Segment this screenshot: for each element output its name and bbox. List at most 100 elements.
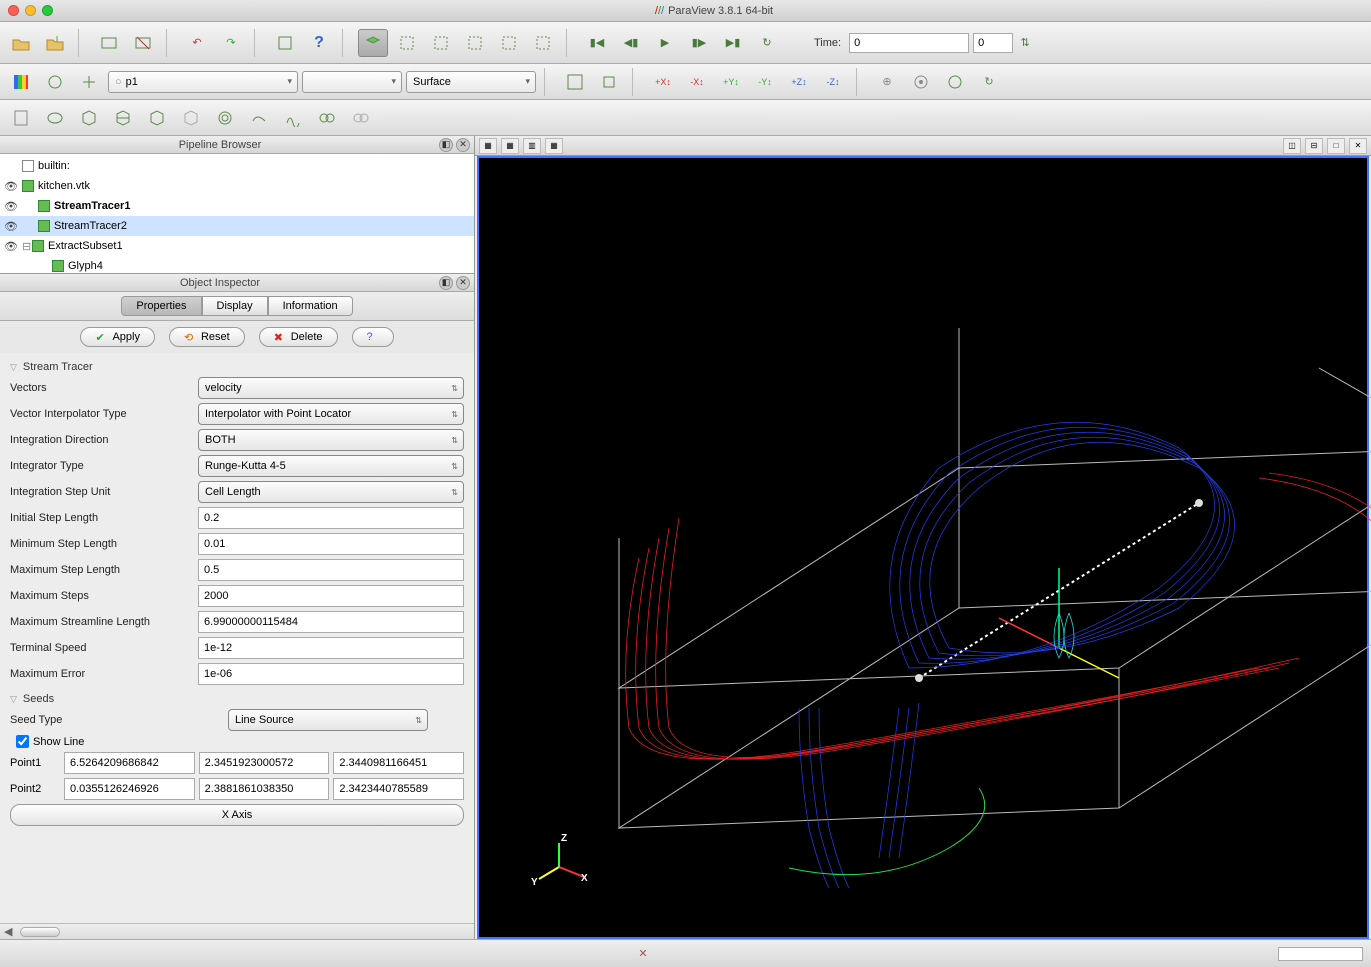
view-tab-icon-2[interactable]: ▦ (501, 138, 519, 154)
plus-z-icon[interactable]: +Z↕ (784, 68, 814, 96)
tree-row-glyph4[interactable]: Glyph4 (0, 256, 474, 274)
unit-select[interactable]: Cell Length (198, 481, 464, 503)
time-spinner-icon[interactable]: ⇅ (1017, 29, 1033, 57)
dir-select[interactable]: BOTH (198, 429, 464, 451)
point1-z[interactable] (333, 752, 464, 774)
group-stream-tracer[interactable]: ▽Stream Tracer (10, 353, 464, 377)
tree-row-builtin[interactable]: builtin: (0, 156, 474, 176)
tab-display[interactable]: Display (202, 296, 268, 316)
steps-input[interactable] (198, 585, 464, 607)
next-frame-icon[interactable]: ▮▶ (684, 29, 714, 57)
inspector-close-icon[interactable]: ✕ (456, 276, 470, 290)
component-select[interactable] (302, 71, 402, 93)
rescale-icon[interactable] (40, 68, 70, 96)
group-seeds[interactable]: ▽Seeds (10, 685, 464, 709)
select-cells-icon[interactable] (426, 29, 456, 57)
rotate-icon[interactable]: ↻ (974, 68, 1004, 96)
pipeline-float-icon[interactable]: ◧ (439, 138, 453, 152)
apply-icon[interactable] (270, 29, 300, 57)
redo-icon[interactable]: ↷ (216, 29, 246, 57)
time-value-input[interactable] (849, 33, 969, 53)
err-input[interactable] (198, 663, 464, 685)
help-icon[interactable]: ? (304, 29, 334, 57)
prev-frame-icon[interactable]: ◀▮ (616, 29, 646, 57)
threshold-icon[interactable] (142, 104, 172, 132)
vectors-select[interactable]: velocity (198, 377, 464, 399)
delete-button[interactable]: ✖Delete (259, 327, 338, 347)
render-view[interactable]: X Y Z (477, 156, 1369, 939)
itype-select[interactable]: Runge-Kutta 4-5 (198, 455, 464, 477)
point1-x[interactable] (64, 752, 195, 774)
point1-y[interactable] (199, 752, 330, 774)
first-frame-icon[interactable]: ▮◀ (582, 29, 612, 57)
select-surface-icon[interactable] (358, 29, 388, 57)
stream-tracer-icon[interactable] (244, 104, 274, 132)
tree-row-streamtracer2[interactable]: 👁StreamTracer2 (0, 216, 474, 236)
undo-icon[interactable]: ↶ (182, 29, 212, 57)
extract-icon[interactable] (176, 104, 206, 132)
zoom-window[interactable] (42, 5, 53, 16)
view-tab-icon-4[interactable]: ▦ (545, 138, 563, 154)
view-tab-icon-1[interactable]: ▦ (479, 138, 497, 154)
reset-camera-icon[interactable] (560, 68, 590, 96)
warp-icon[interactable] (278, 104, 308, 132)
clip-icon[interactable] (74, 104, 104, 132)
plus-x-icon[interactable]: +X↕ (648, 68, 678, 96)
maxstep-input[interactable] (198, 559, 464, 581)
cancel-progress-icon[interactable]: ✕ (636, 947, 650, 961)
calculator-icon[interactable] (6, 104, 36, 132)
disconnect-icon[interactable] (128, 29, 158, 57)
pipeline-tree[interactable]: builtin: 👁kitchen.vtk 👁StreamTracer1 👁St… (0, 154, 474, 274)
save-state-icon[interactable] (40, 29, 70, 57)
tree-row-extractsubset[interactable]: 👁⊟ExtractSubset1 (0, 236, 474, 256)
len-input[interactable] (198, 611, 464, 633)
interp-select[interactable]: Interpolator with Point Locator (198, 403, 464, 425)
tab-properties[interactable]: Properties (121, 296, 201, 316)
last-frame-icon[interactable]: ▶▮ (718, 29, 748, 57)
open-file-icon[interactable] (6, 29, 36, 57)
tree-row-streamtracer1[interactable]: 👁StreamTracer1 (0, 196, 474, 216)
min-input[interactable] (198, 533, 464, 555)
connect-icon[interactable] (94, 29, 124, 57)
showline-checkbox[interactable]: Show Line (16, 735, 464, 748)
view-tab-icon-3[interactable]: ▥ (523, 138, 541, 154)
tree-row-kitchen[interactable]: 👁kitchen.vtk (0, 176, 474, 196)
tab-information[interactable]: Information (268, 296, 353, 316)
zoom-to-data-icon[interactable] (594, 68, 624, 96)
pick-center-icon[interactable] (906, 68, 936, 96)
split-v-icon[interactable]: ⊟ (1305, 138, 1323, 154)
inspector-hscroll[interactable]: ◀ (0, 923, 474, 939)
contour-icon[interactable] (40, 104, 70, 132)
reset-button[interactable]: ⟲Reset (169, 327, 245, 347)
seedtype-select[interactable]: Line Source (228, 709, 428, 731)
colormap-icon[interactable] (6, 68, 36, 96)
apply-button[interactable]: ✔Apply (80, 327, 155, 347)
reset-center-icon[interactable] (940, 68, 970, 96)
inspector-help-button[interactable]: ? (352, 327, 394, 347)
select-frustum-icon[interactable] (460, 29, 490, 57)
close-view-icon[interactable]: ✕ (1349, 138, 1367, 154)
loop-icon[interactable]: ↻ (752, 29, 782, 57)
minus-y-icon[interactable]: -Y↕ (750, 68, 780, 96)
extract-group-icon[interactable] (346, 104, 376, 132)
representation-select[interactable]: Surface (406, 71, 536, 93)
split-h-icon[interactable]: ◫ (1283, 138, 1301, 154)
plus-y-icon[interactable]: +Y↕ (716, 68, 746, 96)
pipeline-close-icon[interactable]: ✕ (456, 138, 470, 152)
select-block-icon[interactable] (528, 29, 558, 57)
x-axis-button[interactable]: X Axis (10, 804, 464, 826)
point2-y[interactable] (199, 778, 330, 800)
point2-z[interactable] (333, 778, 464, 800)
maximize-view-icon[interactable]: □ (1327, 138, 1345, 154)
select-through-icon[interactable] (494, 29, 524, 57)
minus-x-icon[interactable]: -X↕ (682, 68, 712, 96)
close-window[interactable] (8, 5, 19, 16)
group-icon[interactable] (312, 104, 342, 132)
minus-z-icon[interactable]: -Z↕ (818, 68, 848, 96)
init-input[interactable] (198, 507, 464, 529)
point2-x[interactable] (64, 778, 195, 800)
scalar-select[interactable]: ○p1 (108, 71, 298, 93)
select-points-icon[interactable] (392, 29, 422, 57)
slice-icon[interactable] (108, 104, 138, 132)
show-center-icon[interactable]: ⊕ (872, 68, 902, 96)
